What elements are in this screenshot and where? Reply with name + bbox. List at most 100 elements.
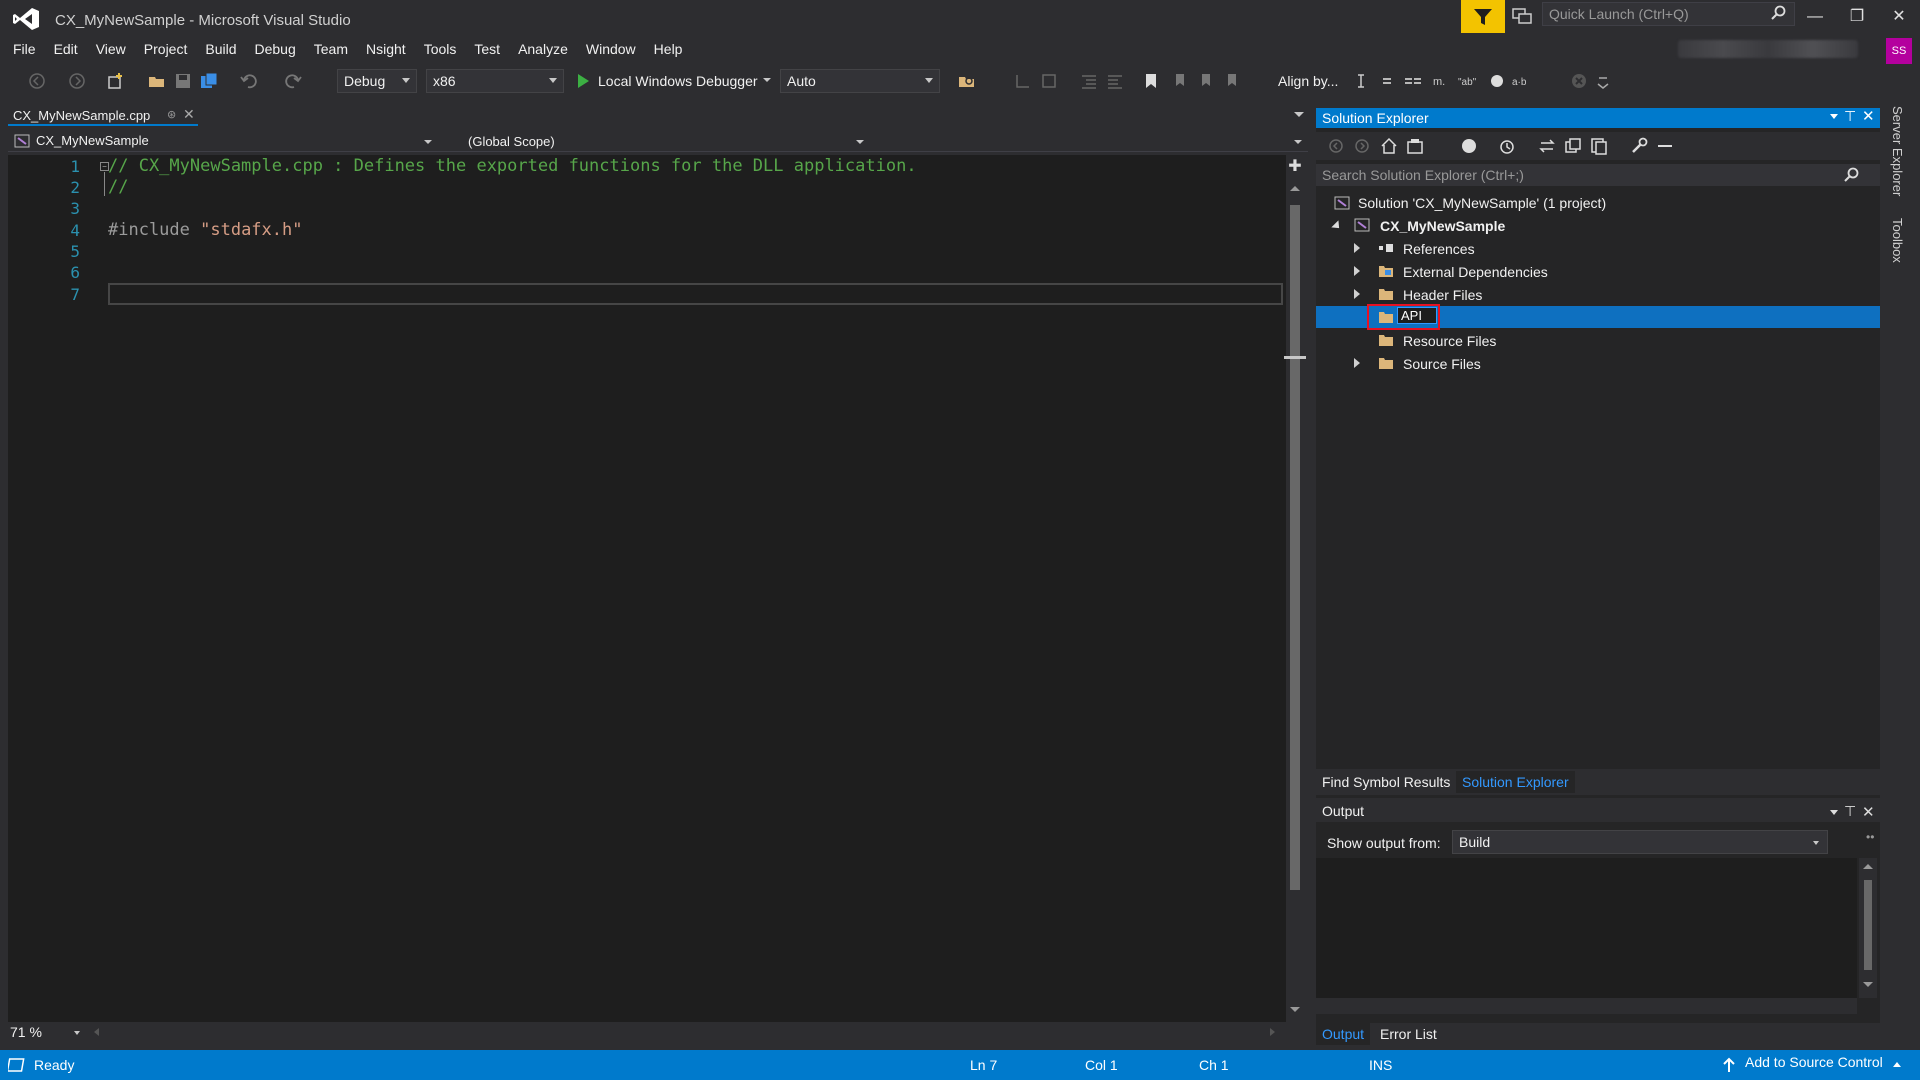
align-double-equals-icon[interactable]	[1404, 72, 1422, 90]
forward-icon[interactable]	[1354, 138, 1370, 154]
scroll-left-arrow-icon[interactable]	[94, 1028, 99, 1036]
menu-edit[interactable]: Edit	[45, 38, 87, 60]
align-ab-icon[interactable]: a·b	[1512, 72, 1530, 90]
menu-debug[interactable]: Debug	[246, 38, 305, 60]
previous-bookmark-icon[interactable]	[1170, 72, 1188, 90]
feedback-icon[interactable]	[1511, 6, 1533, 26]
solution-explorer-search-input[interactable]: Search Solution Explorer (Ctrl+;)	[1316, 164, 1880, 186]
new-project-icon[interactable]	[106, 72, 124, 90]
server-explorer-tab[interactable]: Server Explorer	[1890, 106, 1905, 196]
tab-output[interactable]: Output	[1316, 1023, 1371, 1045]
menu-project[interactable]: Project	[135, 38, 197, 60]
notification-filter-icon[interactable]	[1461, 0, 1505, 33]
scroll-down-arrow-icon[interactable]	[1290, 1007, 1300, 1012]
zoom-dropdown[interactable]: 71 %	[10, 1024, 82, 1042]
collapse-all-icon[interactable]	[1564, 137, 1582, 155]
code-line-4[interactable]: #include "stdafx.h"	[108, 220, 302, 240]
clear-bookmarks-icon[interactable]	[1222, 72, 1240, 90]
tree-item-resource-files[interactable]: Resource Files	[1403, 330, 1496, 352]
scrollbar-thumb[interactable]	[1864, 880, 1872, 970]
search-icon[interactable]	[1770, 5, 1786, 21]
scroll-right-arrow-icon[interactable]	[1270, 1028, 1275, 1036]
output-text-area[interactable]	[1316, 858, 1857, 998]
redo-icon[interactable]	[284, 72, 302, 90]
align-string-icon[interactable]: "ab"	[1458, 72, 1476, 90]
start-debugging-icon[interactable]	[576, 72, 590, 90]
close-panel-icon[interactable]: ✕	[1862, 107, 1875, 125]
close-panel-icon[interactable]: ✕	[1862, 803, 1875, 821]
tab-solution-explorer[interactable]: Solution Explorer	[1456, 771, 1575, 793]
menu-help[interactable]: Help	[645, 38, 692, 60]
home-icon[interactable]	[1380, 137, 1398, 155]
align-dot-icon[interactable]	[1488, 72, 1506, 90]
menu-analyze[interactable]: Analyze	[509, 38, 577, 60]
start-debugging-button[interactable]: Local Windows Debugger	[598, 73, 758, 89]
member-dropdown[interactable]	[878, 131, 1308, 151]
split-editor-icon[interactable]: ✚	[1286, 158, 1304, 176]
code-line-2[interactable]: //	[108, 177, 128, 197]
configuration-dropdown[interactable]: Debug	[337, 69, 417, 93]
word-wrap-icon[interactable]: ••	[1866, 830, 1874, 844]
tab-overflow-icon[interactable]	[1294, 112, 1304, 117]
menu-test[interactable]: Test	[465, 38, 509, 60]
tree-item-external-dependencies[interactable]: External Dependencies	[1403, 261, 1548, 283]
code-line-1[interactable]: // CX_MyNewSample.cpp : Defines the expo…	[108, 156, 917, 176]
preview-selected-icon[interactable]	[1460, 137, 1478, 155]
expand-arrow-icon[interactable]	[1354, 266, 1360, 276]
tab-find-symbol-results[interactable]: Find Symbol Results	[1316, 771, 1456, 793]
align-equals-icon[interactable]	[1378, 72, 1396, 90]
decrease-indent-icon[interactable]	[1080, 72, 1098, 90]
menu-view[interactable]: View	[87, 38, 135, 60]
save-icon[interactable]	[174, 72, 192, 90]
expand-arrow-icon[interactable]	[1354, 358, 1360, 368]
add-to-source-control-button[interactable]: Add to Source Control	[1745, 1054, 1883, 1070]
menu-nsight[interactable]: Nsight	[357, 38, 415, 60]
text-cursor-icon[interactable]	[1352, 72, 1370, 90]
close-button[interactable]: ✕	[1882, 6, 1916, 28]
avatar[interactable]: SS	[1886, 38, 1912, 64]
stop-icon[interactable]	[1570, 72, 1588, 90]
platform-dropdown[interactable]: x86	[426, 69, 564, 93]
back-icon[interactable]	[1328, 138, 1344, 154]
step-over-icon[interactable]	[1040, 72, 1058, 90]
navigate-forward-icon[interactable]	[68, 72, 86, 90]
step-into-icon[interactable]	[1014, 72, 1032, 90]
close-tab-icon[interactable]: ✕	[183, 106, 195, 123]
pending-changes-filter-icon[interactable]	[1498, 137, 1516, 155]
save-all-icon[interactable]	[200, 72, 218, 90]
tree-solution[interactable]: Solution 'CX_MyNewSample' (1 project)	[1358, 192, 1606, 214]
align-member-icon[interactable]: m.	[1432, 72, 1450, 90]
auto-hide-pin-icon[interactable]: ⊤	[1844, 108, 1856, 125]
undo-icon[interactable]	[240, 72, 258, 90]
toolbar-overflow-icon[interactable]	[1594, 72, 1612, 90]
minimize-button[interactable]: —	[1798, 6, 1832, 28]
output-horizontal-scrollbar[interactable]	[1316, 998, 1857, 1014]
sync-with-document-icon[interactable]	[1538, 137, 1556, 155]
switch-views-icon[interactable]	[1406, 137, 1424, 155]
quick-launch-input[interactable]: Quick Launch (Ctrl+Q)	[1542, 2, 1795, 26]
minus-icon[interactable]	[1656, 137, 1674, 155]
restore-button[interactable]: ❐	[1840, 6, 1874, 28]
tab-error-list[interactable]: Error List	[1374, 1023, 1443, 1045]
next-bookmark-icon[interactable]	[1196, 72, 1214, 90]
account-name[interactable]	[1678, 40, 1858, 58]
tree-item-source-files[interactable]: Source Files	[1403, 353, 1481, 375]
output-title[interactable]: Output	[1316, 800, 1880, 822]
properties-wrench-icon[interactable]	[1630, 137, 1648, 155]
upload-arrow-icon[interactable]	[1722, 1057, 1736, 1073]
project-dropdown[interactable]: CX_MyNewSample	[10, 131, 438, 151]
menu-file[interactable]: File	[4, 38, 45, 60]
scroll-up-arrow-icon[interactable]	[1863, 864, 1873, 869]
tree-item-references[interactable]: References	[1403, 238, 1475, 260]
window-position-icon[interactable]	[1830, 114, 1838, 119]
align-by-button[interactable]: Align by...	[1278, 73, 1338, 89]
menu-team[interactable]: Team	[305, 38, 357, 60]
scrollbar-thumb[interactable]	[1290, 205, 1300, 890]
expand-arrow-icon[interactable]	[1354, 289, 1360, 299]
solution-explorer-title[interactable]: Solution Explorer	[1316, 108, 1880, 128]
pin-icon[interactable]: ⊛	[167, 108, 176, 121]
menu-build[interactable]: Build	[196, 38, 245, 60]
notification-icon[interactable]	[8, 1057, 26, 1073]
auto-hide-pin-icon[interactable]: ⊤	[1844, 803, 1856, 820]
tree-project[interactable]: CX_MyNewSample	[1380, 215, 1505, 237]
